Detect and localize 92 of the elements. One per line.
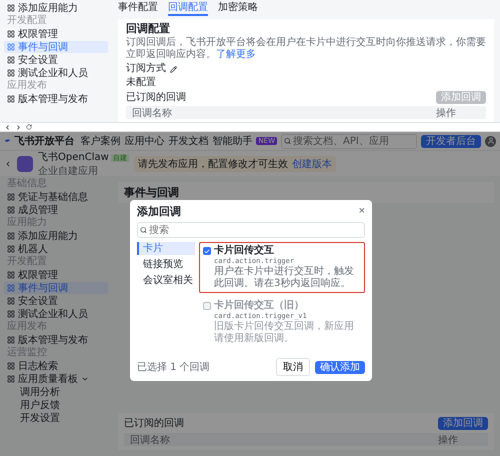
sidebar-item[interactable]: 机器人 <box>4 243 108 255</box>
sidebar-item[interactable]: 测试企业和人员 <box>4 67 108 79</box>
sidebar-subitem[interactable]: 调用分析 <box>4 386 108 398</box>
sidebar-item[interactable]: 安全设置 <box>4 295 108 307</box>
grid-icon <box>7 232 15 240</box>
sidebar-item[interactable]: 权限管理 <box>4 269 108 281</box>
grid-icon <box>7 43 15 51</box>
grid-icon <box>7 206 15 214</box>
section-title: 开发配置 <box>6 15 48 27</box>
sidebar-item[interactable]: 权限管理 <box>4 28 108 40</box>
logo-text: 飞书开放平台 <box>14 134 74 148</box>
sidebar-subitem[interactable]: 开发设置 <box>4 412 108 424</box>
app-subtitle: 企业自建应用 <box>38 164 99 178</box>
cancel-button[interactable]: 取消 <box>276 358 310 376</box>
section-title: 基础信息 <box>6 178 48 190</box>
section-title: 运营监控 <box>6 347 48 359</box>
nav-link[interactable]: 智能助手 <box>212 134 252 148</box>
console-button[interactable]: 开发者后台 <box>421 134 481 148</box>
sidebar-subitem[interactable]: 用户反馈 <box>4 399 108 411</box>
option-description: 用户在卡片中进行交互时，触发此回调。请在3秒内返回响应。 <box>214 266 355 290</box>
nav-link[interactable]: 客户案例 <box>80 134 120 148</box>
sidebar-item[interactable]: 添加应用能力 <box>4 230 108 242</box>
avatar-icon[interactable] <box>485 136 496 146</box>
grid-icon <box>7 310 15 318</box>
grid-icon <box>7 297 15 305</box>
create-version-link[interactable]: 创建版本 <box>292 156 332 170</box>
pencil-icon[interactable] <box>170 66 177 72</box>
search-field[interactable]: 搜索文档、API、应用 <box>281 134 417 148</box>
field-label: 订阅方式 <box>126 63 166 75</box>
refresh-icon[interactable] <box>26 124 32 130</box>
option-description: 旧版卡片回传交互回调，新应用请使用新版回调。 <box>214 321 355 345</box>
grid-icon <box>7 245 15 253</box>
option-name: 卡片回传交互（旧） <box>214 300 305 312</box>
tab[interactable]: 事件配置 <box>118 2 158 16</box>
grid-icon <box>7 284 15 292</box>
search-icon <box>284 138 291 144</box>
column-header: 操作 <box>436 106 456 120</box>
app-icon <box>17 156 33 172</box>
option-name: 卡片回传交互 <box>214 245 275 257</box>
sidebar-item[interactable]: 安全设置 <box>4 54 108 66</box>
back-icon[interactable] <box>4 160 12 168</box>
grid-icon <box>7 69 15 77</box>
column-header: 操作 <box>438 434 458 446</box>
back-icon[interactable] <box>4 124 11 130</box>
dialog-title: 添加回调 <box>137 205 181 218</box>
grid-icon <box>7 362 15 370</box>
search-field[interactable]: 搜索 <box>137 222 365 238</box>
field-value: 未配置 <box>126 77 157 89</box>
grid-icon <box>7 271 15 279</box>
grid-icon <box>7 95 15 103</box>
grid-icon <box>7 375 15 383</box>
sidebar-item[interactable]: 凭证与基础信息 <box>4 191 108 203</box>
sidebar-item[interactable]: 事件与回调 <box>4 41 108 53</box>
grid-icon <box>7 193 15 201</box>
forward-icon[interactable] <box>15 124 22 130</box>
selection-count: 已选择 1 个回调 <box>137 360 210 374</box>
section-title: 应用能力 <box>6 217 48 229</box>
category-item[interactable]: 会议室相关 <box>137 274 195 287</box>
sidebar-item[interactable]: 日志检索 <box>4 360 108 372</box>
category-item[interactable]: 卡片 <box>137 242 195 255</box>
add-callback-button[interactable]: 添加回调 <box>438 417 488 430</box>
column-header: 回调名称 <box>132 106 172 120</box>
tab[interactable]: 加密策略 <box>218 2 258 16</box>
sidebar-item[interactable]: 添加应用能力 <box>4 2 108 14</box>
section-title: 已订阅的回调 <box>126 92 186 104</box>
close-button[interactable]: × <box>358 206 365 217</box>
section-title: 应用发布 <box>6 80 48 92</box>
section-title: 开发配置 <box>6 256 48 268</box>
sidebar-item[interactable]: 测试企业和人员 <box>4 308 108 320</box>
category-item[interactable]: 链接预览 <box>137 258 195 271</box>
sidebar-item[interactable]: 版本管理与发布 <box>4 93 108 105</box>
description: 订阅回调后，飞书开放平台将会在用户在卡片中进行交互时向你推送请求，你需要立即返回响应内容。了解更多 <box>126 37 486 61</box>
confirm-button[interactable]: 确认添加 <box>315 360 365 374</box>
checkbox[interactable] <box>203 247 211 255</box>
section-title: 已订阅的回调 <box>124 418 184 430</box>
grid-icon <box>7 336 15 344</box>
section-title: 应用发布 <box>6 321 48 333</box>
search-icon <box>140 226 147 234</box>
page-title: 事件与回调 <box>124 186 180 199</box>
sidebar-item[interactable]: 版本管理与发布 <box>4 334 108 346</box>
sidebar-item[interactable]: 应用质量看板 <box>4 373 108 385</box>
nav-link[interactable]: 开发文档 <box>168 134 208 148</box>
card-title: 回调配置 <box>126 22 171 35</box>
notice-text: 请先发布应用，配置修改才可生效 <box>138 158 288 170</box>
learn-more-link[interactable]: 了解更多 <box>216 49 256 60</box>
tab[interactable]: 回调配置 <box>168 2 208 16</box>
column-header: 回调名称 <box>130 434 170 446</box>
grid-icon <box>7 56 15 64</box>
sidebar-item[interactable]: 成员管理 <box>4 204 108 216</box>
nav-link[interactable]: 应用中心 <box>124 134 164 148</box>
grid-icon <box>7 4 15 12</box>
grid-icon <box>7 30 15 38</box>
